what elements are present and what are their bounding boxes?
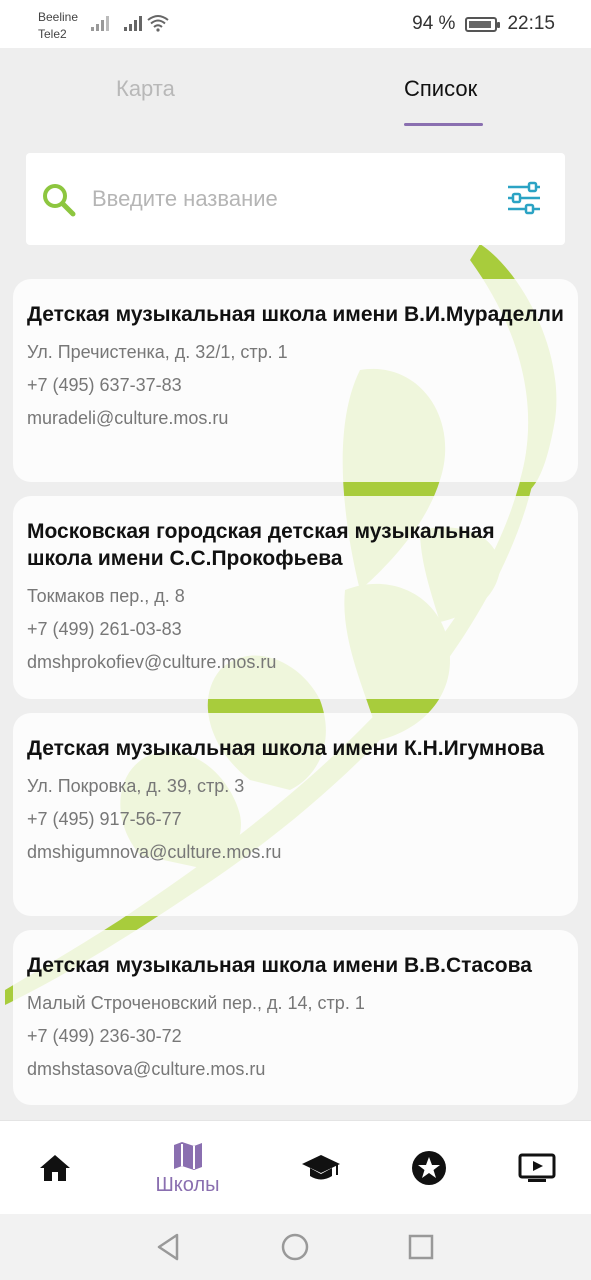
school-email[interactable]: dmshprokofiev@culture.mos.ru: [27, 651, 564, 673]
school-address: Токмаков пер., д. 8: [27, 586, 185, 606]
filter-icon[interactable]: [507, 181, 541, 215]
nav-favorites[interactable]: [408, 1121, 450, 1215]
nav-education[interactable]: [298, 1121, 344, 1215]
wifi-icon: [147, 15, 169, 32]
signal-icon: [124, 16, 142, 31]
bottom-nav: Школы: [0, 1120, 591, 1214]
graduation-cap-icon: [302, 1155, 340, 1180]
search-icon: [43, 184, 76, 217]
school-phone[interactable]: +7 (499) 261-03-83: [27, 618, 564, 640]
status-right: 94 % 22:15: [412, 13, 555, 35]
carrier-names: Beeline Tele2: [38, 9, 78, 43]
school-card[interactable]: Детская музыкальная школа имени К.Н.Игум…: [13, 713, 578, 916]
school-name: Детская музыкальная школа имени В.И.Мура…: [27, 303, 564, 326]
school-phone[interactable]: +7 (495) 917-56-77: [27, 808, 564, 830]
status-bar: Beeline Tele2 94 % 22:15: [0, 0, 591, 48]
school-name: Детская музыкальная школа имени В.В.Стас…: [27, 954, 532, 977]
signal-icon: [91, 16, 109, 31]
school-card[interactable]: Детская музыкальная школа имени В.И.Мура…: [13, 279, 578, 482]
home-icon: [40, 1155, 70, 1181]
map-icon: [173, 1141, 202, 1170]
search-input[interactable]: [92, 181, 472, 217]
school-phone[interactable]: +7 (495) 637-37-83: [27, 374, 564, 396]
tv-play-icon: [518, 1153, 556, 1182]
school-name: Детская музыкальная школа имени К.Н.Игум…: [27, 737, 545, 760]
nav-schools-label: Школы: [155, 1173, 220, 1196]
search-bar: [26, 153, 565, 245]
home-circle-icon[interactable]: [280, 1232, 310, 1262]
school-email[interactable]: muradeli@culture.mos.ru: [27, 407, 564, 429]
school-name: Московская городская детская музыкальная…: [27, 520, 495, 570]
carrier-2: Tele2: [38, 27, 67, 41]
school-address: Малый Строченовский пер., д. 14, стр. 1: [27, 993, 365, 1013]
tab-map[interactable]: Карта: [116, 76, 175, 102]
school-email[interactable]: dmshigumnova@culture.mos.ru: [27, 841, 564, 863]
school-card[interactable]: Детская музыкальная школа имени В.В.Стас…: [13, 930, 578, 1105]
view-tabs: Карта Список: [0, 48, 591, 130]
school-address: Ул. Покровка, д. 39, стр. 3: [27, 776, 245, 796]
school-phone[interactable]: +7 (499) 236-30-72: [27, 1025, 564, 1047]
recent-apps-icon[interactable]: [407, 1232, 435, 1262]
school-email[interactable]: dmshstasova@culture.mos.ru: [27, 1058, 564, 1080]
nav-home[interactable]: [30, 1121, 80, 1215]
school-address: Ул. Пречистенка, д. 32/1, стр. 1: [27, 342, 288, 362]
active-tab-indicator: [404, 123, 483, 126]
star-circle-icon: [412, 1151, 446, 1185]
system-nav-bar: [0, 1214, 591, 1280]
carrier-1: Beeline: [38, 10, 79, 24]
nav-video[interactable]: [516, 1121, 558, 1215]
tab-list[interactable]: Список: [404, 76, 477, 102]
clock: 22:15: [507, 13, 555, 34]
battery-percent: 94 %: [412, 13, 456, 34]
back-icon[interactable]: [155, 1232, 183, 1262]
battery-icon: [465, 16, 501, 32]
school-card[interactable]: Московская городская детская музыкальная…: [13, 496, 578, 699]
nav-schools[interactable]: Школы: [140, 1121, 235, 1215]
